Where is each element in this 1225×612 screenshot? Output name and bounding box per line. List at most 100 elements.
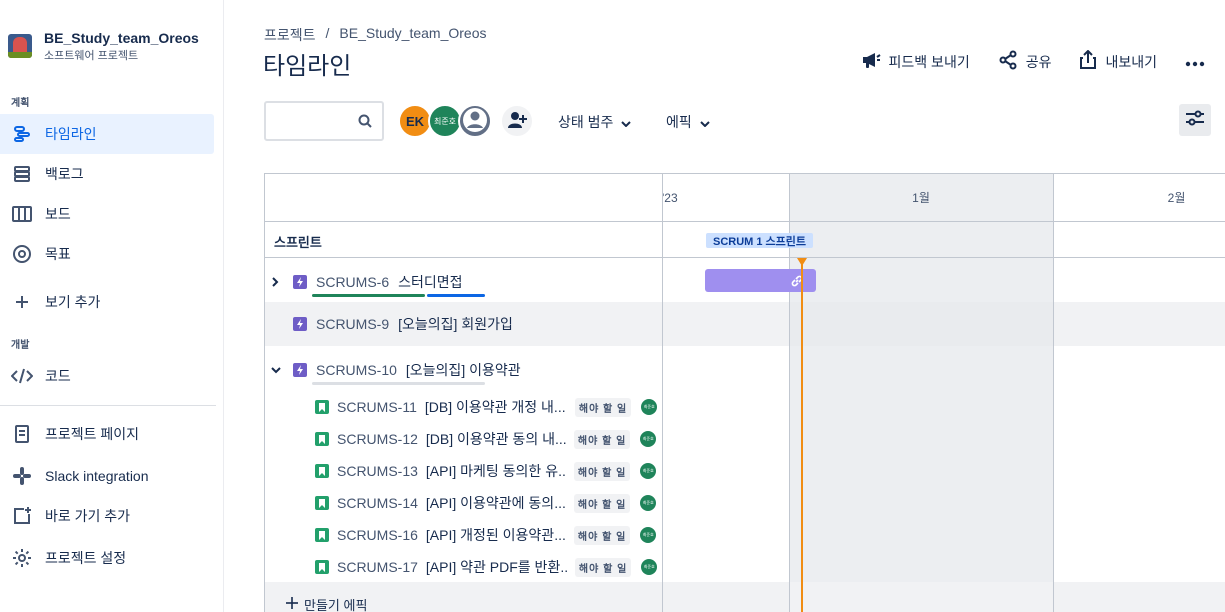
status-category-filter[interactable]: 상태 범주 (558, 112, 632, 132)
share-label: 공유 (1025, 53, 1052, 70)
chevron-down-icon[interactable] (271, 366, 293, 374)
status-lozenge: 해야 할 일 (573, 429, 631, 449)
status-lozenge: 해야 할 일 (574, 557, 632, 577)
add-person-icon (507, 111, 527, 132)
plus-icon (286, 597, 298, 612)
assignee-avatar[interactable]: 최준호 (641, 559, 658, 575)
sidebar-item-label: 보기 추가 (45, 294, 101, 310)
page-title: 타임라인 (263, 53, 352, 80)
view-settings-button[interactable] (1179, 104, 1211, 136)
megaphone-icon (861, 51, 881, 72)
issue-key[interactable]: SCRUMS-17 (337, 559, 418, 575)
story-icon (315, 400, 329, 414)
breadcrumb-separator: / (325, 25, 330, 41)
add-people-button[interactable] (500, 104, 534, 138)
header-actions: 피드백 보내기 공유 내보내기 (861, 49, 1205, 73)
avatar-unassigned[interactable] (458, 104, 492, 138)
search-input[interactable] (264, 101, 384, 141)
child-issue-row[interactable]: SCRUMS-12 [DB] 이용약관 동의 내... 해야 할 일 최준호 (265, 428, 662, 450)
app-root: BE_Study_team_Oreos 소프트웨어 프로젝트 계획 타임라인 백… (0, 0, 1225, 612)
sidebar-divider (0, 405, 216, 406)
sidebar-item-add-view[interactable]: 보기 추가 (0, 282, 214, 322)
assignee-avatar[interactable]: 최준호 (641, 399, 658, 415)
month-header: 2월 (1053, 174, 1225, 222)
sprint-badge[interactable]: SCRUM 1 스프린트 (706, 233, 814, 248)
project-avatar (8, 34, 32, 58)
sidebar-item-board[interactable]: 보드 (0, 194, 214, 234)
chevron-right-icon[interactable] (271, 277, 293, 287)
create-epic-button[interactable]: 만들기 에픽 (286, 595, 367, 612)
child-issue-row[interactable]: SCRUMS-14 [API] 이용약관에 동의... 해야 할 일 최준호 (265, 492, 662, 514)
plus-icon (11, 291, 33, 313)
child-issue-row[interactable]: SCRUMS-17 [API] 약관 PDF를 반환... 해야 할 일 최준호 (265, 556, 662, 578)
status-lozenge: 해야 할 일 (573, 525, 631, 545)
sidebar-item-slack[interactable]: Slack integration (0, 456, 214, 496)
epic-icon (293, 363, 307, 377)
sidebar-item-goals[interactable]: 목표 (0, 234, 214, 274)
assignee-avatar-label: 최준호 (643, 564, 655, 569)
issue-title: [API] 마케팅 동의한 유... (425, 463, 566, 479)
issue-key[interactable]: SCRUMS-12 (337, 431, 418, 447)
share-icon (998, 50, 1018, 73)
epic-bar[interactable] (705, 269, 816, 292)
issue-key[interactable]: SCRUMS-14 (337, 495, 418, 511)
child-issue-row[interactable]: SCRUMS-11 [DB] 이용약관 개정 내... 해야 할 일 최준호 (265, 396, 662, 418)
epic-row[interactable]: SCRUMS-10 [오늘의집] 이용약관 (265, 358, 662, 382)
issue-key[interactable]: SCRUMS-13 (337, 463, 418, 479)
assignee-avatar[interactable]: 최준호 (640, 463, 657, 479)
status-filter-label: 상태 범주 (558, 114, 614, 130)
month-label: '23 (662, 190, 678, 205)
gear-icon (11, 547, 33, 569)
month-label: 2월 (1167, 191, 1186, 205)
epic-key[interactable]: SCRUMS-9 (316, 316, 389, 332)
breadcrumb-projects-link[interactable]: 프로젝트 (264, 25, 316, 45)
epic-title: 스터디면접 (398, 274, 463, 290)
sidebar-item-timeline[interactable]: 타임라인 (0, 114, 214, 154)
epic-key[interactable]: SCRUMS-10 (316, 362, 397, 378)
story-icon (315, 496, 329, 510)
progress-in-progress (427, 294, 485, 297)
epic-row[interactable]: SCRUMS-6 스터디면접 (265, 270, 662, 294)
avatar-user[interactable]: 최준호 (428, 104, 462, 138)
more-actions-button[interactable] (1185, 54, 1205, 70)
timeline-grid: '23 1월 2월 스프린트 SCRUM 1 스프린트 SCRUMS-6 스터디… (264, 173, 1225, 612)
month-header: '23 (662, 174, 789, 222)
sidebar-item-project-settings[interactable]: 프로젝트 설정 (0, 538, 214, 578)
sliders-icon (1185, 109, 1205, 132)
issue-key[interactable]: SCRUMS-16 (337, 527, 418, 543)
sidebar-item-label: 바로 가기 추가 (45, 508, 131, 524)
epic-key[interactable]: SCRUMS-6 (316, 274, 389, 290)
share-button[interactable]: 공유 (998, 50, 1052, 73)
assignee-avatar[interactable]: 최준호 (640, 431, 657, 447)
sidebar-item-add-shortcut[interactable]: 바로 가기 추가 (0, 496, 214, 536)
story-icon (315, 432, 329, 446)
assignee-avatar-label: 최준호 (642, 468, 654, 473)
export-button[interactable]: 내보내기 (1079, 49, 1157, 73)
assignee-avatar[interactable]: 최준호 (640, 495, 657, 511)
sidebar-item-code[interactable]: 코드 (0, 356, 214, 396)
status-lozenge: 해야 할 일 (573, 461, 631, 481)
avatar-ek[interactable]: EK (398, 104, 432, 138)
epic-icon (293, 317, 307, 331)
feedback-button[interactable]: 피드백 보내기 (861, 51, 970, 72)
sidebar-item-backlog[interactable]: 백로그 (0, 154, 214, 194)
child-issue-row[interactable]: SCRUMS-13 [API] 마케팅 동의한 유... 해야 할 일 최준호 (265, 460, 662, 482)
child-issue-row[interactable]: SCRUMS-16 [API] 개정된 이용약관... 해야 할 일 최준호 (265, 524, 662, 546)
issue-key[interactable]: SCRUMS-11 (337, 399, 417, 415)
create-epic-label: 만들기 에픽 (304, 598, 368, 612)
epic-filter[interactable]: 에픽 (666, 112, 710, 132)
status-lozenge: 해야 할 일 (574, 397, 632, 417)
avatar-label: EK (405, 113, 425, 129)
project-header[interactable]: BE_Study_team_Oreos 소프트웨어 프로젝트 (8, 30, 199, 63)
sidebar-item-project-pages[interactable]: 프로젝트 페이지 (0, 414, 214, 454)
backlog-icon (11, 163, 33, 185)
month-header: 1월 (789, 174, 1053, 222)
board-icon (11, 203, 33, 225)
sidebar: BE_Study_team_Oreos 소프트웨어 프로젝트 계획 타임라인 백… (0, 0, 224, 612)
breadcrumb-project-link[interactable]: BE_Study_team_Oreos (339, 25, 486, 45)
epic-row[interactable]: SCRUMS-9 [오늘의집] 회원가입 (265, 312, 662, 336)
assignee-avatar[interactable]: 최준호 (640, 527, 657, 543)
left-column-border (662, 174, 663, 612)
assignee-avatar-label: 최준호 (642, 532, 654, 537)
avatar-label: 최준호 (433, 116, 457, 126)
